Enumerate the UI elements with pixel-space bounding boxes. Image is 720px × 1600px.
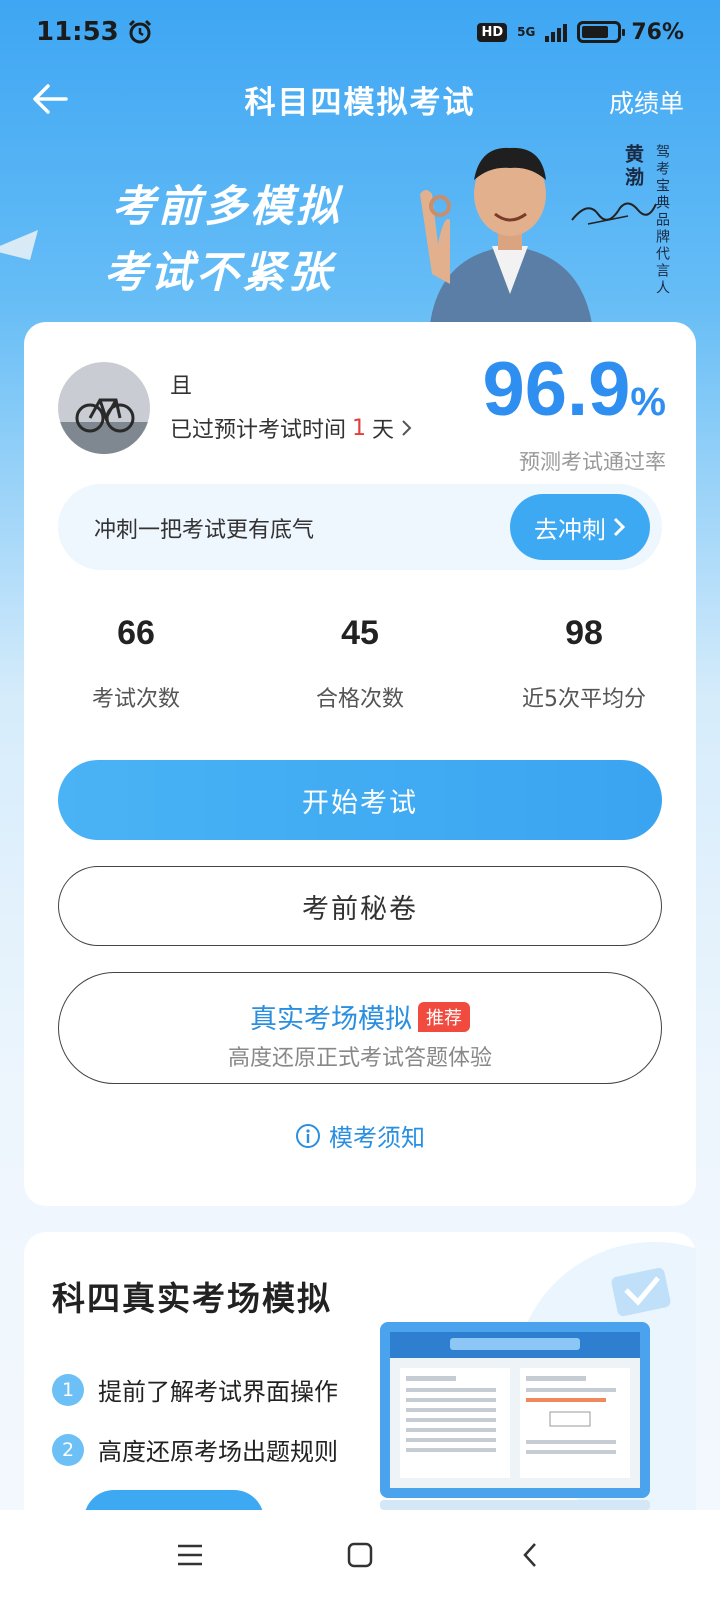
spokesperson-role: 驾考宝典品牌代言人 (654, 144, 670, 297)
stat-label: 合格次数 (315, 687, 404, 712)
battery-percent: 76% (631, 19, 684, 45)
feature-number: 2 (52, 1433, 84, 1466)
pass-rate-value-row: 96.9% (483, 348, 667, 444)
signal-icon (545, 22, 568, 42)
sprint-button-label: 去冲刺 (534, 515, 606, 544)
sprint-banner: 冲刺一把考试更有底气 去冲刺 (58, 484, 662, 570)
feature-item: 1 提前了解考试界面操作 (52, 1372, 338, 1407)
real-exam-title-row: 真实考场模拟 推荐 (59, 997, 661, 1036)
secret-paper-button[interactable]: 考前秘卷 (58, 866, 662, 946)
info-icon (296, 1123, 320, 1148)
feature-text: 高度还原考场出题规则 (98, 1438, 338, 1466)
stat-value: 66 (117, 614, 155, 652)
exam-time-link[interactable]: 已过预计考试时间 1 天 (170, 412, 414, 444)
promo-title: 科四真实考场模拟 (52, 1279, 332, 1318)
back-chevron-icon (523, 1543, 536, 1567)
home-square-icon (347, 1542, 373, 1568)
stat-label: 考试次数 (91, 687, 180, 712)
status-bar: 11:53 HD 5G 76% (0, 0, 720, 64)
stat-average-score: 98 近5次平均分 (472, 614, 696, 713)
pass-rate-unit: % (630, 380, 666, 424)
pass-rate: 96.9% 预测考试通过率 (483, 348, 667, 476)
slogan-line-2: 考试不紧张 (104, 248, 334, 298)
exam-screen-illustration (380, 1322, 650, 1510)
real-exam-simulation-button[interactable]: 真实考场模拟 推荐 高度还原正式考试答题体验 (58, 972, 662, 1084)
user-name: 且 (170, 374, 193, 399)
feature-number: 1 (52, 1373, 84, 1406)
system-navigation-bar (0, 1510, 720, 1600)
hd-badge: HD (477, 22, 508, 42)
recommend-badge: 推荐 (418, 1001, 470, 1032)
status-left: 11:53 (36, 17, 153, 47)
back-button[interactable] (510, 1535, 550, 1575)
sprint-button[interactable]: 去冲刺 (510, 494, 650, 560)
network-type: 5G (517, 25, 536, 39)
menu-button[interactable] (170, 1535, 210, 1575)
page-title: 科目四模拟考试 (244, 84, 476, 121)
chevron-right-icon (613, 517, 626, 537)
alarm-icon (128, 19, 151, 44)
chevron-right-icon (402, 420, 412, 436)
exam-time-prefix: 已过预计考试时间 (170, 418, 347, 443)
clock-time: 11:53 (36, 17, 119, 47)
exam-notice-label: 模考须知 (329, 1124, 425, 1152)
stat-exam-count: 66 考试次数 (24, 614, 248, 713)
hero-banner: 考前多模拟 考试不紧张 黄渤 驾考宝典品牌代言人 (0, 134, 720, 324)
sprint-text: 冲刺一把考试更有底气 (94, 518, 315, 543)
pass-rate-value: 96.9 (482, 347, 631, 432)
stats-row: 66 考试次数 45 合格次数 98 近5次平均分 (24, 614, 696, 713)
pass-rate-label: 预测考试通过率 (519, 450, 666, 474)
exam-notice-link[interactable]: 模考须知 (24, 1118, 696, 1153)
exam-time-days: 1 (352, 415, 367, 441)
stat-pass-count: 45 合格次数 (248, 614, 472, 713)
home-button[interactable] (340, 1535, 380, 1575)
battery-icon (577, 21, 626, 43)
paper-decoration (0, 230, 38, 260)
back-arrow-icon[interactable] (28, 76, 74, 122)
menu-icon (178, 1544, 202, 1566)
stat-label: 近5次平均分 (522, 687, 646, 712)
stat-value: 45 (341, 614, 379, 652)
start-exam-button[interactable]: 开始考试 (58, 760, 662, 840)
avatar[interactable] (58, 362, 150, 454)
real-exam-promo-card: 科四真实考场模拟 1 提前了解考试界面操作 2 高度还原考场出题规则 (24, 1232, 696, 1532)
real-exam-subtitle: 高度还原正式考试答题体验 (227, 1046, 492, 1071)
hero-slogan: 考前多模拟 考试不紧张 (104, 174, 342, 306)
exam-time-suffix: 天 (372, 418, 395, 443)
slogan-line-1: 考前多模拟 (112, 182, 342, 232)
report-card-link[interactable]: 成绩单 (609, 84, 684, 120)
nav-bar: 科目四模拟考试 成绩单 (0, 64, 720, 134)
stat-value: 98 (565, 614, 603, 652)
feature-item: 2 高度还原考场出题规则 (52, 1432, 338, 1467)
signature-image (571, 202, 657, 225)
spokesperson-name: 黄渤 (622, 144, 644, 190)
status-right: HD 5G 76% (477, 20, 684, 45)
feature-text: 提前了解考试界面操作 (98, 1378, 338, 1406)
real-exam-title: 真实考场模拟 (250, 1004, 412, 1035)
exam-summary-card: 且 已过预计考试时间 1 天 96.9% 预测考试通过率 冲刺一把考试更有底气 … (24, 322, 696, 1206)
